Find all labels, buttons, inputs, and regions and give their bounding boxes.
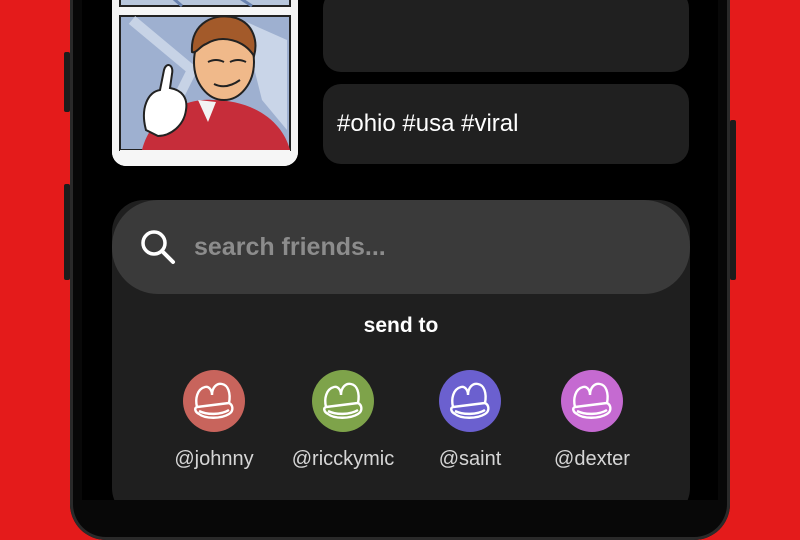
phone-side-button <box>64 184 70 280</box>
friend-handle: @saint <box>438 448 502 470</box>
search-icon <box>141 230 175 264</box>
friend-item-saint[interactable]: @saint <box>408 370 532 471</box>
avatar <box>561 370 623 432</box>
friend-item-johnny[interactable]: @johnny <box>152 370 276 471</box>
ghost-avatar-icon <box>450 382 490 419</box>
friend-item-dexter[interactable]: @dexter <box>530 370 654 471</box>
meme-thumbnail[interactable] <box>112 0 298 166</box>
search-input[interactable] <box>192 231 616 263</box>
avatar <box>183 370 245 432</box>
ghost-avatar-icon <box>194 382 234 419</box>
search-bar[interactable] <box>112 200 690 294</box>
hashtags-box: #ohio #usa #viral <box>323 84 689 164</box>
ghost-avatar-icon <box>572 382 612 419</box>
friend-handle: @ricckymic <box>291 448 395 470</box>
meme-image <box>112 0 298 166</box>
friend-handle: @dexter <box>554 448 630 470</box>
ghost-avatar-icon <box>323 382 363 419</box>
app-screen: #ohio #usa #viral send to @johnny <box>82 0 718 500</box>
share-sheet: send to @johnny @ricckymic <box>112 200 690 500</box>
avatar <box>312 370 374 432</box>
friend-handle: @johnny <box>174 448 254 470</box>
friend-item-ricckymic[interactable]: @ricckymic <box>281 370 405 471</box>
post-description-box <box>323 0 689 72</box>
phone-side-button <box>730 120 736 280</box>
phone-side-button <box>64 52 70 112</box>
send-to-heading: send to <box>363 314 439 337</box>
avatar <box>439 370 501 432</box>
hashtags-text: #ohio #usa #viral <box>337 110 519 137</box>
friends-list: @johnny @ricckymic @saint @dexter <box>112 370 690 480</box>
